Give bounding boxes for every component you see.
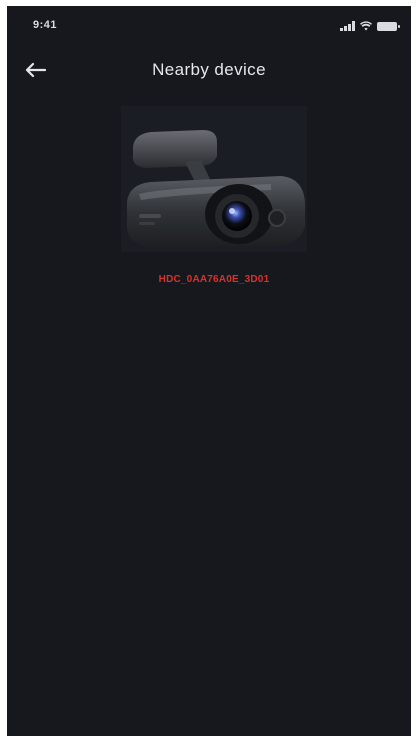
page-title: Nearby device: [152, 60, 266, 79]
dashcam-image: [121, 106, 307, 252]
device-item[interactable]: HDC_0AA76A0E_3D01: [121, 106, 307, 296]
signal-icon: [340, 21, 355, 31]
app-screen: 9:41 Nearby device HDC_0AA76A0E_3D01: [7, 6, 411, 736]
wifi-icon: [360, 21, 372, 31]
navigation-bar: Nearby device: [7, 50, 411, 90]
device-name: HDC_0AA76A0E_3D01: [158, 274, 270, 285]
status-bar: 9:41: [7, 6, 411, 44]
status-icons: [340, 19, 400, 31]
status-time: 9:41: [33, 19, 58, 31]
battery-icon: [377, 22, 400, 31]
